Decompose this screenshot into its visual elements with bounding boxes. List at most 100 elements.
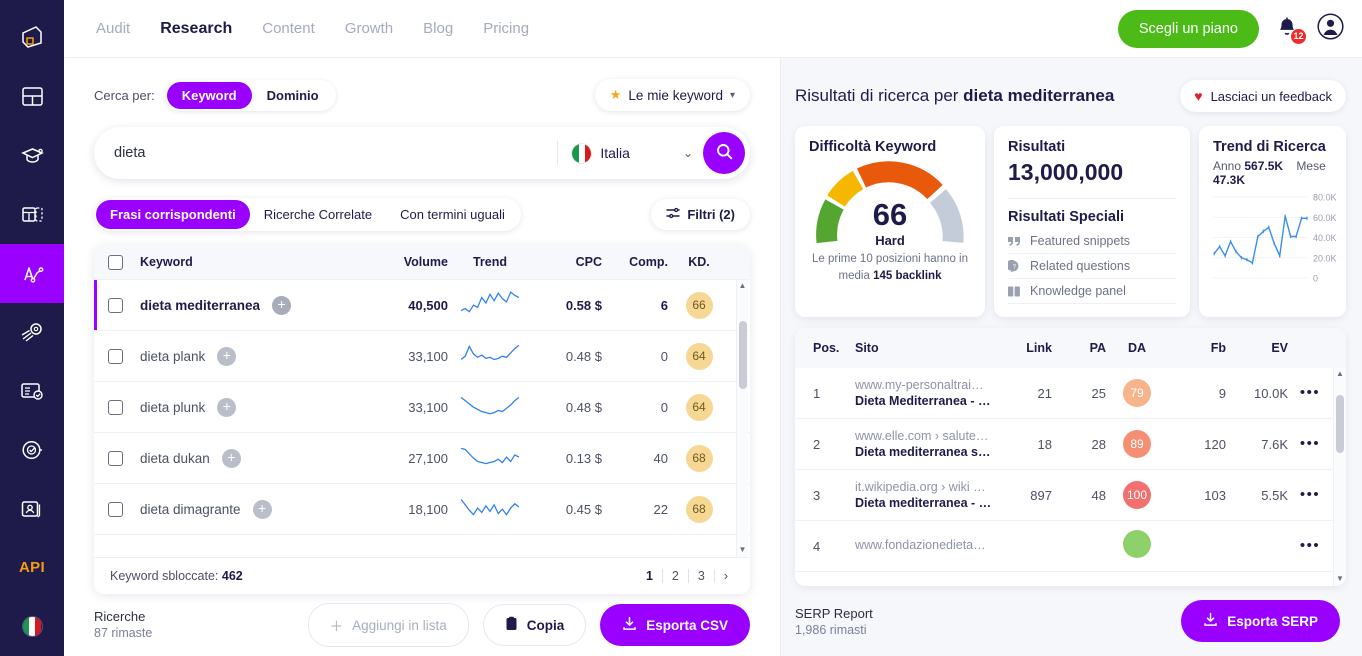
special-result-item[interactable]: ? Related questions — [1008, 254, 1176, 279]
rail-item-academy[interactable] — [0, 126, 64, 185]
row-checkbox[interactable] — [108, 399, 123, 415]
nav-link-audit[interactable]: Audit — [94, 16, 132, 41]
row-checkbox[interactable] — [108, 501, 123, 517]
table-row[interactable]: dieta dukan + 27,100 0.13 $ 40 68 — [94, 433, 750, 484]
cpc-value: 0.58 $ — [565, 297, 602, 313]
serp-table-scrollbar[interactable]: ▲ ▼ — [1333, 368, 1346, 586]
add-keyword-button[interactable]: + — [272, 295, 292, 315]
search-input[interactable] — [114, 145, 544, 161]
filters-button[interactable]: Filtri (2) — [651, 199, 750, 230]
table-row[interactable]: 2 www.elle.com › salute… Dieta mediterra… — [795, 419, 1346, 470]
nav-link-content[interactable]: Content — [260, 16, 317, 41]
page-1[interactable]: 1 — [637, 569, 663, 583]
kd-gauge: 66 Hard — [809, 159, 971, 248]
notifications-button[interactable]: 12 — [1276, 16, 1306, 44]
page-2[interactable]: 2 — [663, 569, 689, 583]
my-keywords-dropdown[interactable]: ★ Le mie keyword ▾ — [594, 79, 750, 111]
row-checkbox[interactable] — [108, 297, 123, 313]
scroll-up-icon[interactable]: ▲ — [739, 280, 747, 293]
tab-related-searches[interactable]: Ricerche Correlate — [250, 200, 386, 229]
add-keyword-button[interactable]: + — [252, 499, 272, 519]
rail-item-contacts[interactable] — [0, 479, 64, 538]
special-result-item[interactable]: Knowledge panel — [1008, 279, 1176, 304]
more-icon[interactable]: ••• — [1300, 384, 1320, 401]
col-da[interactable]: DA — [1106, 341, 1168, 355]
col-ev[interactable]: EV — [1226, 341, 1288, 355]
more-icon[interactable]: ••• — [1300, 435, 1320, 452]
col-kd[interactable]: KD. — [668, 255, 730, 269]
more-icon[interactable]: ••• — [1300, 537, 1320, 554]
keyword-text: dieta dimagrante — [140, 501, 241, 517]
col-trend[interactable]: Trend — [448, 255, 532, 269]
segment-keyword[interactable]: Keyword — [166, 81, 252, 109]
rail-item-backlinks[interactable] — [0, 303, 64, 362]
row-checkbox[interactable] — [108, 348, 123, 364]
rail-item-logo[interactable] — [0, 8, 64, 67]
search-mode-row: Cerca per: Keyword Dominio ★ Le mie keyw… — [94, 79, 750, 111]
serp-site[interactable]: www.my-personaltrai… Dieta Mediterranea … — [855, 378, 992, 408]
api-label: API — [19, 559, 45, 577]
more-icon[interactable]: ••• — [1300, 486, 1320, 503]
add-keyword-button[interactable]: + — [217, 346, 237, 366]
col-volume[interactable]: Volume — [370, 255, 448, 269]
rail-item-research[interactable] — [0, 243, 64, 303]
serp-site[interactable]: www.fondazionedieta… — [855, 538, 992, 554]
col-cpc[interactable]: CPC — [532, 255, 602, 269]
search-submit-button[interactable] — [703, 132, 745, 174]
scroll-up-icon[interactable]: ▲ — [1336, 368, 1344, 381]
country-selector[interactable]: Italia ⌄ — [572, 143, 693, 163]
col-pa[interactable]: PA — [1052, 341, 1106, 355]
col-site[interactable]: Sito — [855, 341, 992, 355]
col-keyword[interactable]: Keyword — [140, 255, 370, 269]
plus-icon: ＋ — [329, 619, 344, 634]
table-row[interactable]: dieta plunk + 33,100 0.48 $ 0 64 — [94, 382, 750, 433]
nav-link-pricing[interactable]: Pricing — [481, 16, 531, 41]
table-row[interactable]: dieta mediterranea + 40,500 0.58 $ 6 66 — [94, 280, 750, 331]
add-to-list-button[interactable]: ＋ Aggiungi in lista — [307, 603, 469, 647]
svg-text:60.0K: 60.0K — [1313, 213, 1337, 223]
col-comp[interactable]: Comp. — [602, 255, 668, 269]
kd-note: Le prime 10 posizioni hanno in media 145… — [809, 251, 971, 284]
add-keyword-button[interactable]: + — [221, 448, 241, 468]
keyword-table-scrollbar[interactable]: ▲ ▼ — [736, 280, 748, 557]
scroll-down-icon[interactable]: ▼ — [739, 544, 747, 557]
select-all-checkbox[interactable] — [108, 254, 123, 270]
kd-badge: 68 — [685, 444, 713, 472]
export-serp-button[interactable]: Esporta SERP — [1181, 600, 1340, 642]
rail-item-dashboard[interactable] — [0, 67, 64, 126]
rail-item-reports[interactable] — [0, 361, 64, 420]
add-keyword-button[interactable]: + — [217, 397, 237, 417]
tab-matching-phrases[interactable]: Frasi corrispondenti — [96, 200, 250, 229]
nav-link-research[interactable]: Research — [158, 16, 234, 42]
rail-item-tracking[interactable] — [0, 420, 64, 479]
scroll-thumb[interactable] — [739, 321, 747, 389]
col-fb[interactable]: Fb — [1168, 341, 1226, 355]
col-pos[interactable]: Pos. — [813, 341, 855, 355]
rail-item-language[interactable] — [0, 597, 64, 656]
row-checkbox[interactable] — [108, 450, 123, 466]
nav-link-growth[interactable]: Growth — [343, 16, 395, 41]
export-csv-button[interactable]: Esporta CSV — [600, 604, 750, 646]
special-result-item[interactable]: Featured snippets — [1008, 229, 1176, 254]
rail-item-api[interactable]: API — [0, 538, 64, 597]
chevron-right-icon[interactable]: › — [715, 569, 730, 583]
nav-link-blog[interactable]: Blog — [421, 16, 455, 41]
table-row[interactable]: 3 it.wikipedia.org › wiki … Dieta medite… — [795, 470, 1346, 521]
rail-item-projects[interactable] — [0, 185, 64, 244]
table-row[interactable]: 1 www.my-personaltrai… Dieta Mediterrane… — [795, 368, 1346, 419]
scroll-thumb[interactable] — [1336, 395, 1344, 453]
col-link[interactable]: Link — [992, 341, 1052, 355]
serp-site[interactable]: www.elle.com › salute… Dieta mediterrane… — [855, 429, 992, 459]
scroll-down-icon[interactable]: ▼ — [1336, 573, 1344, 586]
copy-button[interactable]: Copia — [482, 604, 587, 646]
page-3[interactable]: 3 — [689, 569, 715, 583]
choose-plan-button[interactable]: Scegli un piano — [1117, 9, 1259, 48]
feedback-button[interactable]: ♥ Lasciaci un feedback — [1180, 80, 1346, 112]
table-row[interactable]: 4 www.fondazionedieta… ••• — [795, 521, 1346, 572]
table-row[interactable]: dieta plank + 33,100 0.48 $ 0 64 — [94, 331, 750, 382]
segment-domain[interactable]: Dominio — [252, 82, 334, 109]
tab-same-terms[interactable]: Con termini uguali — [386, 200, 519, 229]
serp-site[interactable]: it.wikipedia.org › wiki … Dieta mediterr… — [855, 480, 992, 510]
table-row[interactable]: dieta dimagrante + 18,100 0.45 $ 22 68 — [94, 484, 750, 535]
user-avatar-button[interactable] — [1317, 12, 1344, 45]
